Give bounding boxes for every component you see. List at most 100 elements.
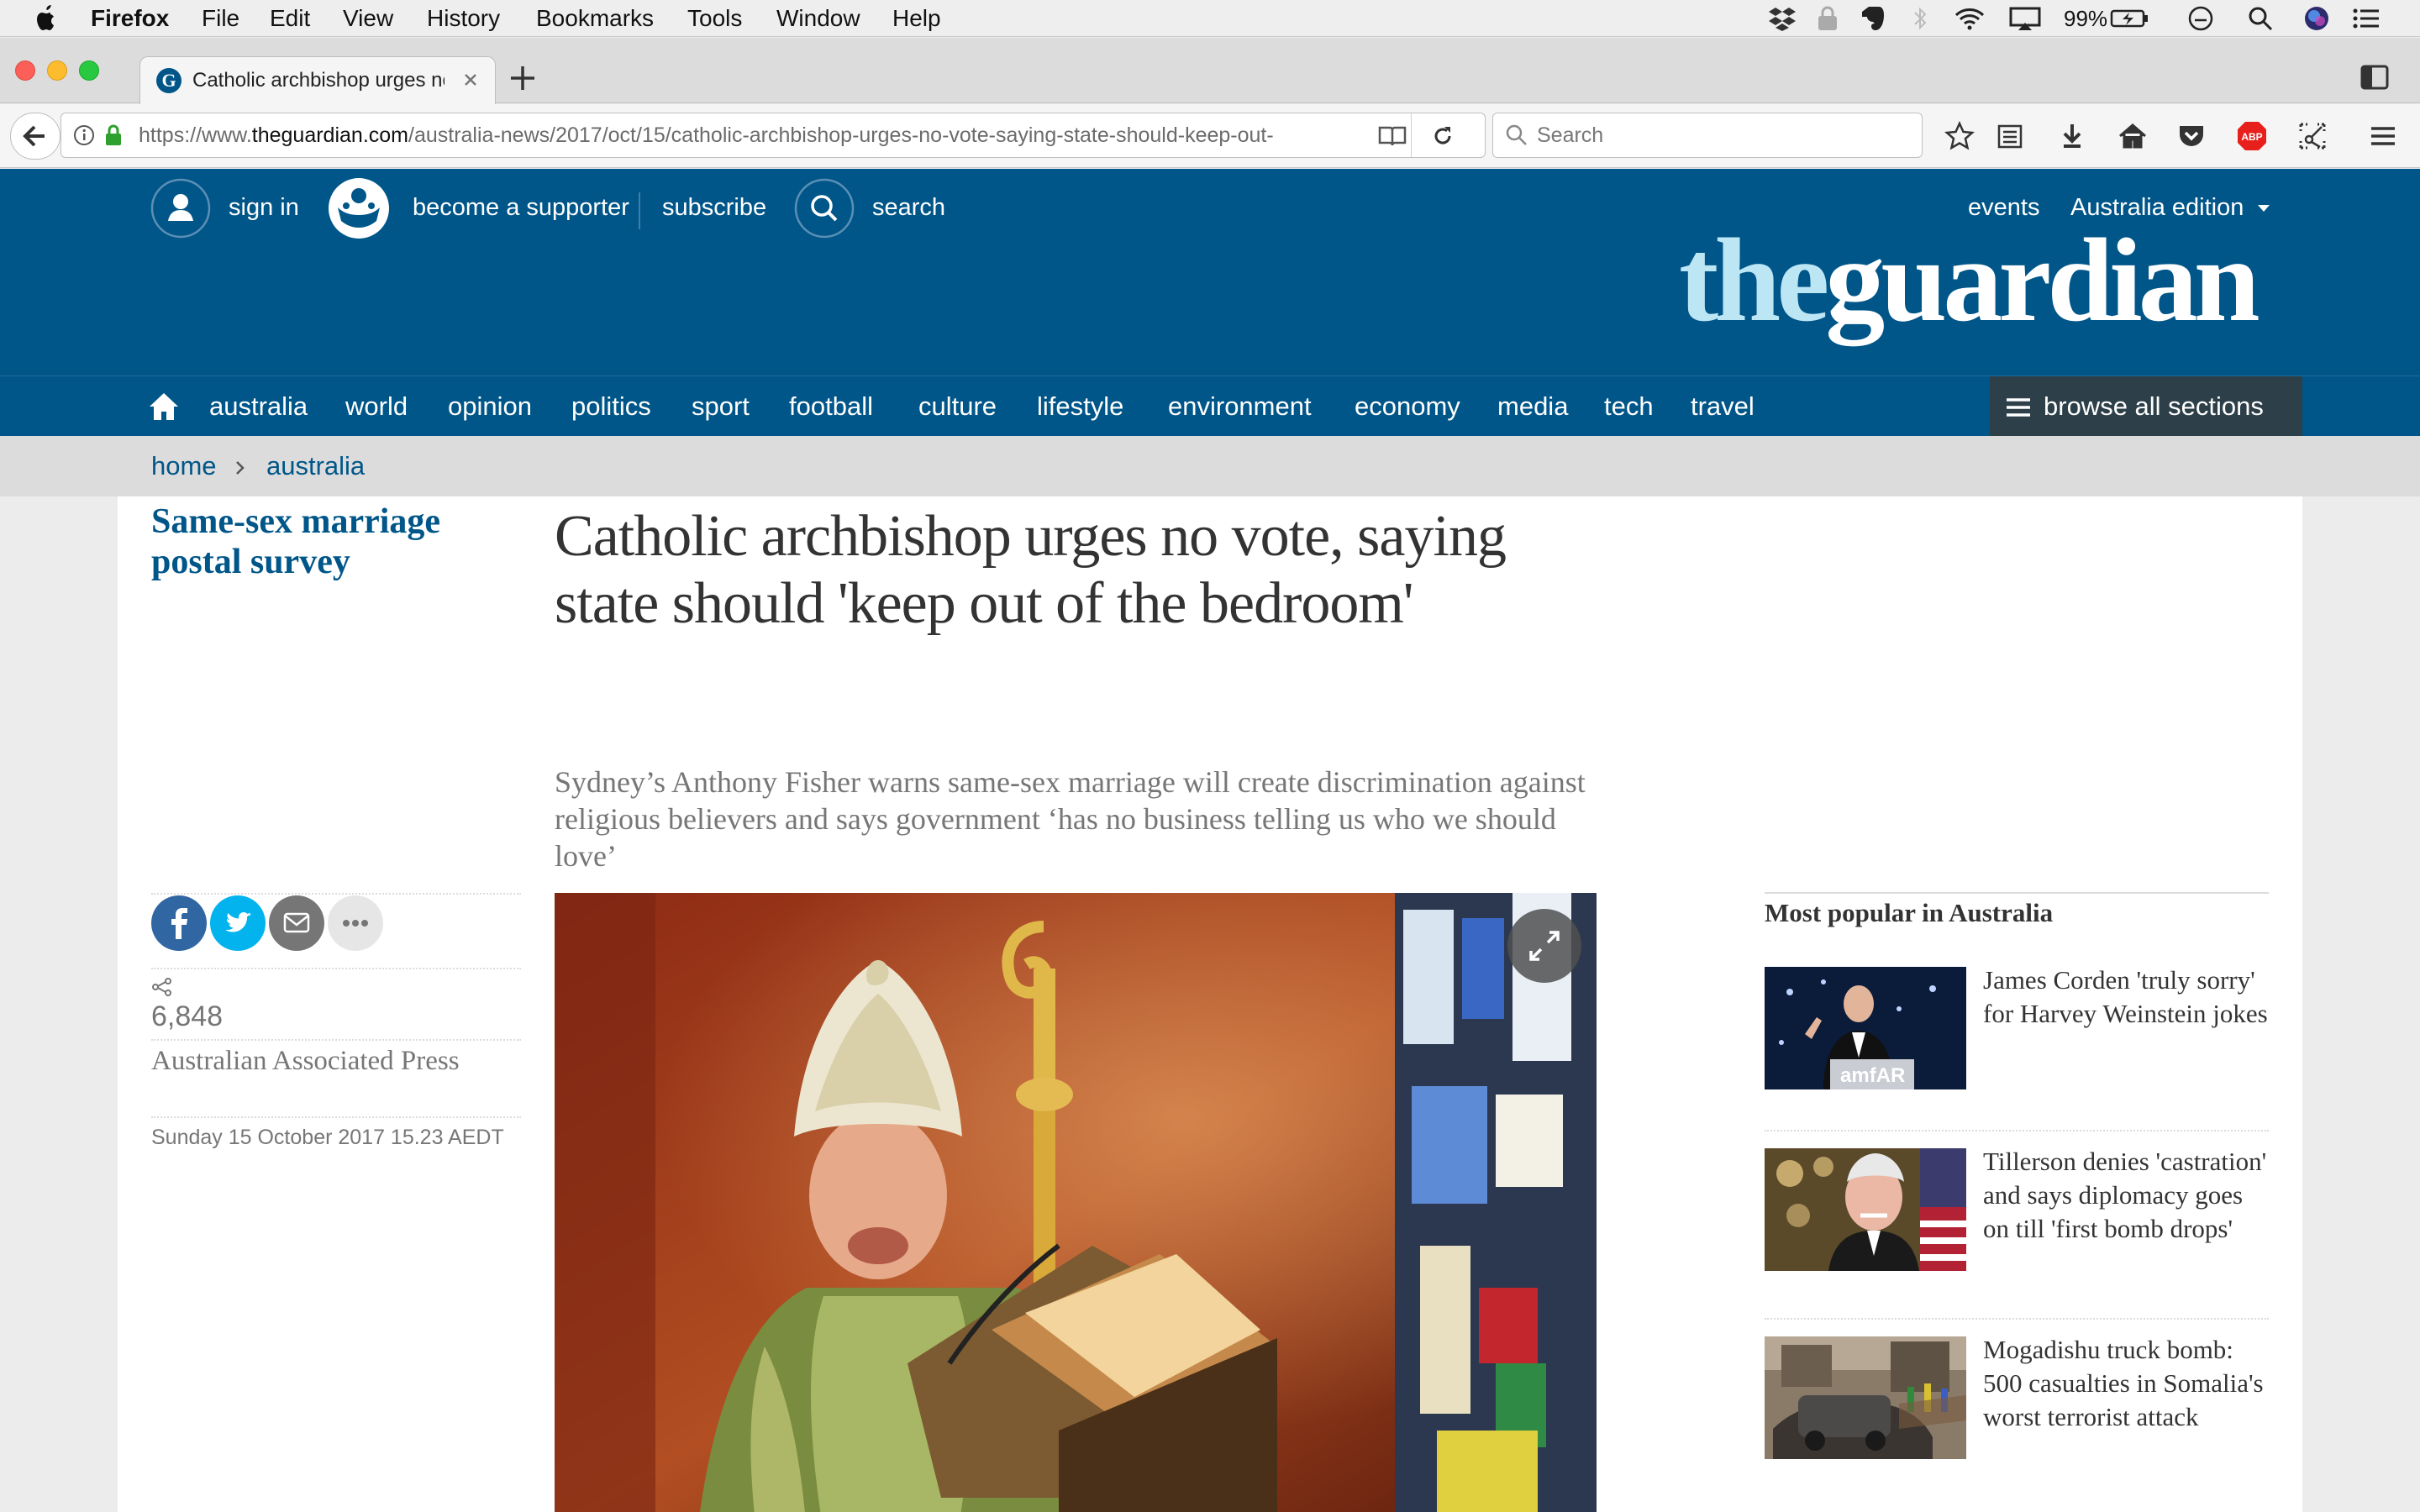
nav-economy[interactable]: economy <box>1355 376 1460 437</box>
most-popular-thumbnail[interactable]: amfAR <box>1765 967 1966 1089</box>
close-window-button[interactable] <box>15 60 35 81</box>
apple-icon[interactable] <box>34 0 59 37</box>
bookmark-star-icon[interactable] <box>1944 121 1975 151</box>
breadcrumb-australia[interactable]: australia <box>266 436 365 496</box>
divider <box>151 1039 521 1041</box>
pocket-icon[interactable] <box>2176 121 2207 151</box>
battery-icon[interactable] <box>2109 5 2151 32</box>
nav-opinion[interactable]: opinion <box>448 376 532 437</box>
new-tab-icon[interactable] <box>508 63 538 93</box>
siri-icon[interactable] <box>2302 5 2331 32</box>
chevron-down-icon[interactable] <box>2255 202 2272 214</box>
back-button[interactable] <box>10 113 60 160</box>
series-label[interactable]: Same-sex marriage postal survey <box>151 501 504 582</box>
home-icon[interactable] <box>2118 121 2148 151</box>
email-share-icon[interactable] <box>269 895 324 951</box>
secure-lock-icon[interactable] <box>103 123 124 147</box>
sign-in-link[interactable]: sign in <box>229 191 299 224</box>
most-popular-title[interactable]: Tillerson denies 'castration' and says d… <box>1983 1145 2269 1246</box>
section-navigation: australia world opinion politics sport f… <box>0 375 2420 437</box>
more-share-icon[interactable] <box>328 895 383 951</box>
search-link[interactable]: search <box>872 191 945 224</box>
timer-icon[interactable] <box>2186 5 2215 32</box>
menu-app-name[interactable]: Firefox <box>91 0 169 37</box>
zoom-window-button[interactable] <box>79 60 99 81</box>
site-info-icon[interactable] <box>73 124 95 146</box>
share-count-icon <box>151 977 173 997</box>
downloads-icon[interactable] <box>2057 121 2087 151</box>
url-bar[interactable]: https://www.theguardian.com/australia-ne… <box>60 113 1486 158</box>
nav-tech[interactable]: tech <box>1604 376 1654 437</box>
twitter-share-icon[interactable] <box>210 895 266 951</box>
nav-environment[interactable]: environment <box>1168 376 1312 437</box>
nav-culture[interactable]: culture <box>918 376 997 437</box>
battery-percent[interactable]: 99% <box>2064 0 2107 37</box>
nav-travel[interactable]: travel <box>1691 376 1754 437</box>
lock-app-icon[interactable] <box>1815 5 1840 32</box>
tab-title: Catholic archbishop urges no <box>192 69 445 92</box>
airplay-icon[interactable] <box>2008 5 2042 32</box>
article-content: Same-sex marriage postal survey Catholic… <box>118 496 2302 1512</box>
nav-football[interactable]: football <box>789 376 873 437</box>
browser-tab-active[interactable]: G Catholic archbishop urges no <box>139 56 496 104</box>
spotlight-icon[interactable] <box>2247 5 2274 32</box>
search-magnifier-icon[interactable] <box>793 177 855 239</box>
byline[interactable]: Australian Associated Press <box>151 1046 521 1077</box>
nav-australia[interactable]: australia <box>209 376 308 437</box>
menu-help[interactable]: Help <box>892 0 941 37</box>
close-tab-icon[interactable] <box>458 67 483 92</box>
wifi-icon[interactable] <box>1953 5 1986 32</box>
url-text[interactable]: https://www.theguardian.com/australia-ne… <box>139 113 1407 157</box>
most-popular-title[interactable]: Mogadishu truck bomb: 500 casualties in … <box>1983 1333 2269 1434</box>
reload-icon[interactable] <box>1431 124 1455 148</box>
dropbox-icon[interactable] <box>1768 5 1797 32</box>
most-popular-thumbnail[interactable] <box>1765 1148 1966 1271</box>
nav-politics[interactable]: politics <box>571 376 651 437</box>
adblock-plus-icon[interactable]: ABP <box>2235 119 2269 153</box>
nav-sport[interactable]: sport <box>692 376 750 437</box>
menu-tools[interactable]: Tools <box>687 0 742 37</box>
nav-lifestyle[interactable]: lifestyle <box>1037 376 1123 437</box>
breadcrumb: home australia <box>0 436 2420 496</box>
home-nav-icon[interactable] <box>148 391 180 422</box>
screenshot-tool-icon[interactable] <box>2297 121 2328 151</box>
guardian-favicon-icon: G <box>155 67 182 94</box>
sign-in-avatar-icon[interactable] <box>150 177 212 239</box>
menu-window[interactable]: Window <box>776 0 860 37</box>
facebook-share-icon[interactable] <box>151 895 207 951</box>
evernote-icon[interactable] <box>1857 5 1887 32</box>
most-popular-rule <box>1765 892 2269 894</box>
sidebar-toggle-icon[interactable] <box>2360 63 2390 92</box>
menu-history[interactable]: History <box>427 0 500 37</box>
nav-media[interactable]: media <box>1497 376 1568 437</box>
minimize-window-button[interactable] <box>47 60 67 81</box>
hamburger-menu-icon[interactable] <box>2368 121 2398 151</box>
search-bar[interactable]: Search <box>1492 113 1923 158</box>
supporter-roundel-icon[interactable] <box>328 177 390 239</box>
svg-text:ABP: ABP <box>2241 131 2262 143</box>
bluetooth-icon[interactable] <box>1912 5 1928 32</box>
menu-view[interactable]: View <box>343 0 393 37</box>
reader-view-icon[interactable] <box>1377 123 1407 149</box>
nav-world[interactable]: world <box>345 376 408 437</box>
menu-edit[interactable]: Edit <box>270 0 310 37</box>
become-supporter-link[interactable]: become a supporter <box>413 191 629 224</box>
browse-all-sections-button[interactable]: browse all sections <box>1990 376 2302 437</box>
menu-file[interactable]: File <box>202 0 239 37</box>
notification-center-icon[interactable] <box>2351 5 2381 32</box>
browser-navigation-toolbar: https://www.theguardian.com/australia-ne… <box>0 104 2420 168</box>
breadcrumb-home[interactable]: home <box>151 436 217 496</box>
article-standfirst: Sydney’s Anthony Fisher warns same-sex m… <box>555 765 1586 873</box>
article-main-image[interactable] <box>555 893 1597 1512</box>
chevron-right-icon <box>234 459 245 476</box>
menu-lines-icon <box>2005 396 2032 418</box>
most-popular-heading: Most popular in Australia <box>1765 898 2054 927</box>
expand-image-icon[interactable] <box>1507 909 1581 983</box>
guardian-logo[interactable]: theguardian <box>1679 213 2260 347</box>
most-popular-title[interactable]: James Corden 'truly sorry' for Harvey We… <box>1983 963 2269 1031</box>
bookmarks-menu-icon[interactable] <box>1995 121 2025 151</box>
most-popular-thumbnail[interactable] <box>1765 1336 1966 1459</box>
subscribe-link[interactable]: subscribe <box>662 191 766 224</box>
menu-bookmarks[interactable]: Bookmarks <box>536 0 654 37</box>
divider <box>1765 1318 2269 1320</box>
